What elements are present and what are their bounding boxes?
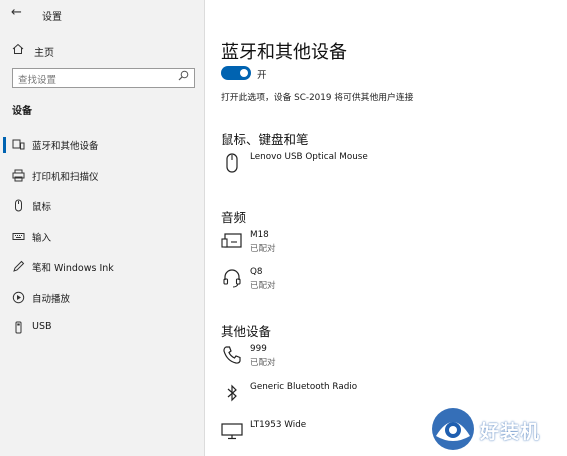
device-name: M18 [250,230,269,240]
discoverable-description: 打开此选项，设备 SC-2019 将可供其他用户连接 [221,93,414,103]
device-item[interactable]: 999 已配对 [221,344,541,378]
mouse-icon [221,152,243,174]
phone-icon [221,344,243,366]
device-status: 已配对 [250,244,276,254]
watermark-text: 好装机 [480,421,541,443]
monitor-icon [221,420,243,442]
bluetooth-toggle[interactable] [221,66,251,80]
sidebar-item-label: USB [32,321,52,332]
sidebar-item-usb[interactable]: USB [0,316,205,340]
main-content: 蓝牙和其他设备 开 打开此选项，设备 SC-2019 将可供其他用户连接 鼠标、… [206,0,567,456]
section-heading-other-devices: 其他设备 [221,324,272,339]
device-item[interactable]: Lenovo USB Optical Mouse [221,152,541,186]
autoplay-icon [11,290,25,304]
sidebar-item-label: 鼠标 [32,202,52,213]
watermark: 好装机 [430,404,565,454]
active-indicator [3,137,6,153]
sidebar-item-label: 输入 [32,233,52,244]
keyboard-icon [11,229,25,243]
sidebar-home[interactable]: 主页 [0,40,205,62]
section-label-devices: 设备 [12,106,32,117]
sidebar-item-printers[interactable]: 打印机和扫描仪 [0,164,205,188]
mouse-icon [11,198,25,212]
headset-icon [221,267,243,289]
back-arrow-icon[interactable]: ← [11,5,22,20]
sidebar: ← 设置 主页 查找设置 设备 蓝牙和其他设备 打印机和扫描仪 鼠标 输入 笔和… [0,0,205,456]
sidebar-item-label: 笔和 Windows Ink [32,263,114,274]
device-item[interactable]: Q8 已配对 [221,267,541,301]
sidebar-item-label: 自动播放 [32,294,71,305]
printer-icon [11,168,25,182]
toggle-knob [240,69,248,77]
device-status: 已配对 [250,358,276,368]
usb-icon [11,320,25,334]
search-placeholder: 查找设置 [18,75,57,86]
section-heading-input-devices: 鼠标、键盘和笔 [221,132,309,147]
window-title: 设置 [42,12,62,23]
audio-device-icon [221,230,243,252]
sidebar-home-label: 主页 [34,48,54,59]
device-name: Q8 [250,267,263,277]
watermark-logo-icon [430,406,476,456]
bluetooth-icon [221,382,243,404]
pen-icon [11,259,25,273]
sidebar-item-autoplay[interactable]: 自动播放 [0,286,205,310]
device-status: 已配对 [250,281,276,291]
search-input[interactable]: 查找设置 [12,68,195,88]
device-name: LT1953 Wide [250,420,307,430]
sidebar-item-bluetooth[interactable]: 蓝牙和其他设备 [0,133,205,157]
bluetooth-devices-icon [11,137,25,151]
home-icon [12,43,24,58]
device-name: 999 [250,344,267,354]
search-icon[interactable] [178,70,189,84]
device-name: Generic Bluetooth Radio [250,382,358,392]
toggle-state-label: 开 [257,70,267,81]
sidebar-item-mouse[interactable]: 鼠标 [0,194,205,218]
device-name: Lenovo USB Optical Mouse [250,152,368,162]
sidebar-item-label: 蓝牙和其他设备 [32,141,99,152]
sidebar-item-label: 打印机和扫描仪 [32,172,99,183]
device-item[interactable]: M18 已配对 [221,230,541,264]
sidebar-item-pen[interactable]: 笔和 Windows Ink [0,255,205,279]
title-bar: ← 设置 [0,0,205,28]
section-heading-audio: 音频 [221,210,247,225]
page-title: 蓝牙和其他设备 [221,42,347,63]
sidebar-item-typing[interactable]: 输入 [0,225,205,249]
